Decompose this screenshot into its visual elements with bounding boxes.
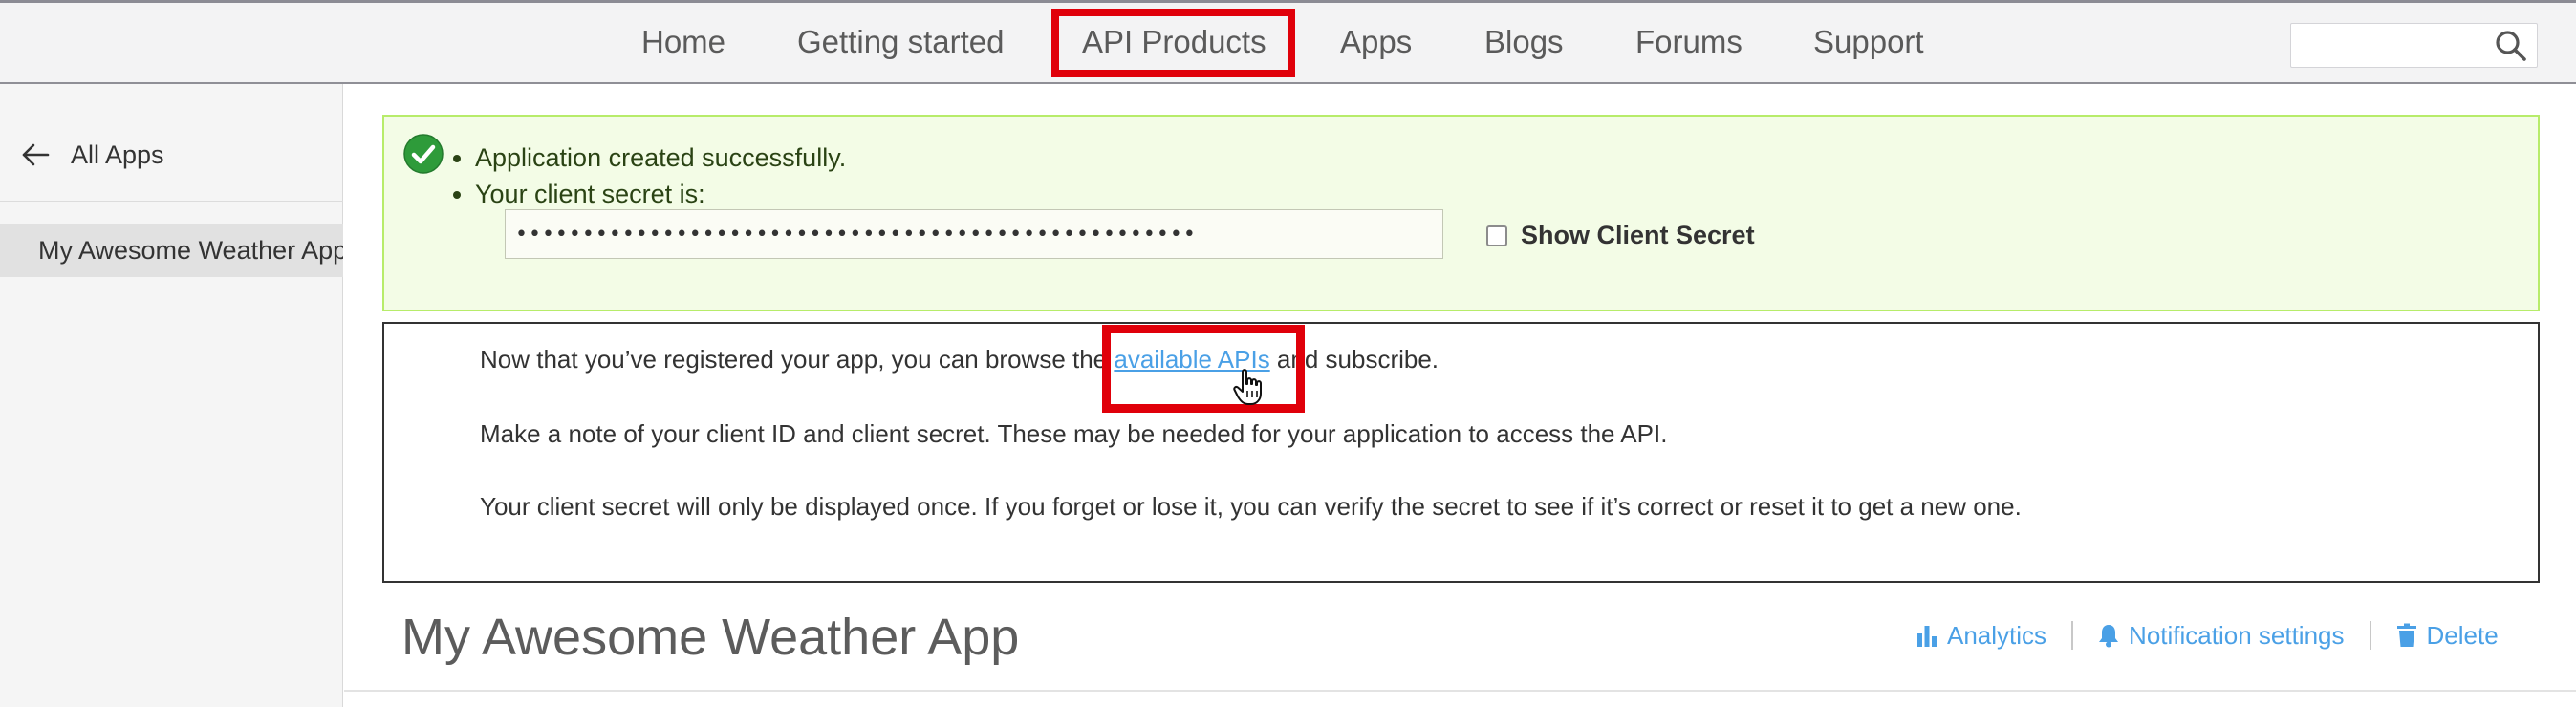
page: Home Getting started API Products Apps B… <box>0 0 2576 707</box>
alert-message-created: Application created successfully. <box>475 139 846 176</box>
nav-support[interactable]: Support <box>1813 24 1924 60</box>
notification-settings-label: Notification settings <box>2129 620 2345 650</box>
all-apps-back-link[interactable]: All Apps <box>21 136 164 174</box>
info-panel: Now that you’ve registered your app, you… <box>382 322 2540 583</box>
arrow-left-icon <box>22 143 50 166</box>
show-client-secret-checkbox[interactable] <box>1486 225 1507 246</box>
alert-message-secret: Your client secret is: <box>475 176 846 212</box>
nav-home[interactable]: Home <box>641 24 725 60</box>
delete-button[interactable]: Delete <box>2396 621 2499 651</box>
api-products-highlight-box <box>1051 9 1295 77</box>
trash-icon <box>2396 623 2416 647</box>
info-text-segment: Now that you’ve registered your app, you… <box>480 345 1115 374</box>
info-client-id-note: Make a note of your client ID and client… <box>480 419 1668 448</box>
action-separator <box>2071 621 2074 650</box>
main-nav: Home Getting started API Products Apps B… <box>0 3 2576 82</box>
show-client-secret-label: Show Client Secret <box>1521 221 1755 249</box>
available-apis-link[interactable]: available APIs <box>1114 345 1269 374</box>
search-input[interactable] <box>2294 27 2485 63</box>
nav-getting-started[interactable]: Getting started <box>797 24 1004 60</box>
nav-blogs[interactable]: Blogs <box>1484 24 1564 60</box>
analytics-button[interactable]: Analytics <box>1916 621 2046 651</box>
bell-icon <box>2099 625 2119 648</box>
app-title: My Awesome Weather App <box>401 609 1020 666</box>
top-nav-bar: Home Getting started API Products Apps B… <box>0 0 2576 84</box>
header-bottom-rule <box>344 690 2576 692</box>
check-circle-icon <box>403 134 444 174</box>
info-browse-apis-text: Now that you’ve registered your app, you… <box>480 345 1439 375</box>
search-icon[interactable] <box>2495 30 2527 62</box>
delete-label: Delete <box>2426 620 2499 650</box>
alert-messages: Application created successfully. Your c… <box>475 139 846 212</box>
sidebar: All Apps My Awesome Weather App <box>0 84 343 707</box>
client-secret-field[interactable] <box>505 209 1443 259</box>
nav-apps[interactable]: Apps <box>1340 24 1412 60</box>
app-actions: Analytics Notification settings Delete <box>1916 619 2499 652</box>
all-apps-label: All Apps <box>71 139 164 169</box>
bar-chart-icon <box>1917 626 1937 647</box>
action-separator <box>2369 621 2371 650</box>
notification-settings-button[interactable]: Notification settings <box>2098 620 2345 651</box>
success-alert: Application created successfully. Your c… <box>382 115 2540 311</box>
info-text-segment: and subscribe. <box>1269 345 1440 374</box>
sidebar-item-my-awesome-weather-app[interactable]: My Awesome Weather App <box>0 224 343 277</box>
analytics-label: Analytics <box>1947 620 2047 650</box>
show-client-secret-toggle[interactable]: Show Client Secret <box>1486 221 1755 250</box>
nav-forums[interactable]: Forums <box>1635 24 1743 60</box>
sidebar-divider <box>0 201 343 202</box>
info-secret-once-note: Your client secret will only be displaye… <box>480 492 2022 521</box>
